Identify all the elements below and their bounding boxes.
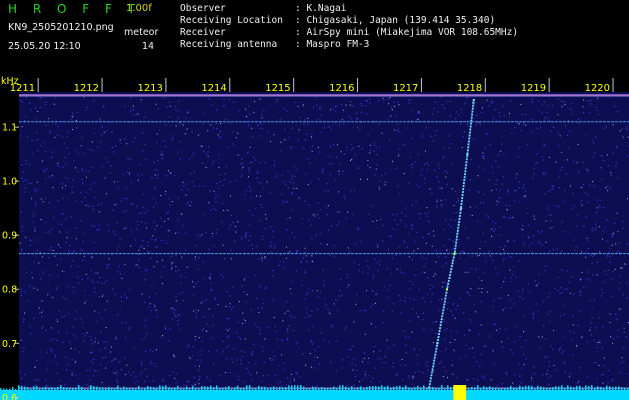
x-axis-ticks: 1211 1212 1213 1214 1215 1216 1217 1218 1219 1220 [10,78,614,94]
x-tick-label: 1219 [521,83,546,94]
plot-background [19,92,629,400]
info-label-receiver: Receiver [180,27,226,38]
x-tick-label: 1214 [201,83,226,94]
y-tick-label: 0.7 [2,339,17,350]
bottom-spectrum-band [0,390,629,400]
info-label-observer: Observer [180,3,226,14]
y-axis-ticks: 1.1 1.0 0.9 0.8 0.7 0.6 [2,123,19,400]
info-label-location: Receiving Location [180,15,283,26]
meteor-label: meteor [124,27,159,38]
header-panel: H R O F F T 1.00f KN9_2505201210.png met… [0,0,629,76]
x-tick-label: 1211 [10,83,35,94]
info-label-antenna: Receiving antenna [180,39,278,50]
y-tick-label: 1.0 [2,177,17,188]
y-tick-label: 0.9 [2,231,17,242]
meteor-point [453,252,456,255]
x-tick-label: 1215 [265,83,290,94]
x-tick-label: 1220 [585,83,610,94]
meteor-point [472,98,475,102]
top-spectrum-band [19,94,629,97]
y-tick-label: 1.1 [2,123,17,134]
x-tick-label: 1218 [457,83,482,94]
y-tick-label: 0.8 [2,285,17,296]
meteor-point [436,342,439,345]
info-value-receiver: : AirSpy mini (Miakejima VOR 108.65MHz) [295,27,519,38]
y-tick-label: 0.6 [2,393,17,400]
app-version: 1.00f [126,3,152,14]
meteor-point [466,152,469,156]
info-value-observer: : K.Nagai [295,3,347,14]
spectrogram-chart: kHz 1211 1212 1213 1214 1215 1216 1217 1218 1219… [0,76,629,400]
x-tick-label: 1217 [393,83,418,94]
x-tick-label: 1216 [329,83,354,94]
x-tick-label: 1213 [137,83,162,94]
timestamp: 25.05.20 12:10 [8,41,81,52]
meteor-count: 14 [142,41,155,52]
meteor-point [459,206,463,210]
meteor-burst-marker [453,385,467,400]
app-title: H R O F F T [8,2,142,16]
meteor-point [445,288,449,291]
file-name: KN9_2505201210.png [8,22,114,33]
x-tick-label: 1212 [74,83,99,94]
info-value-antenna: : Maspro FM-3 [295,39,370,50]
info-value-location: : Chigasaki, Japan (139.414 35.340) [295,15,496,26]
